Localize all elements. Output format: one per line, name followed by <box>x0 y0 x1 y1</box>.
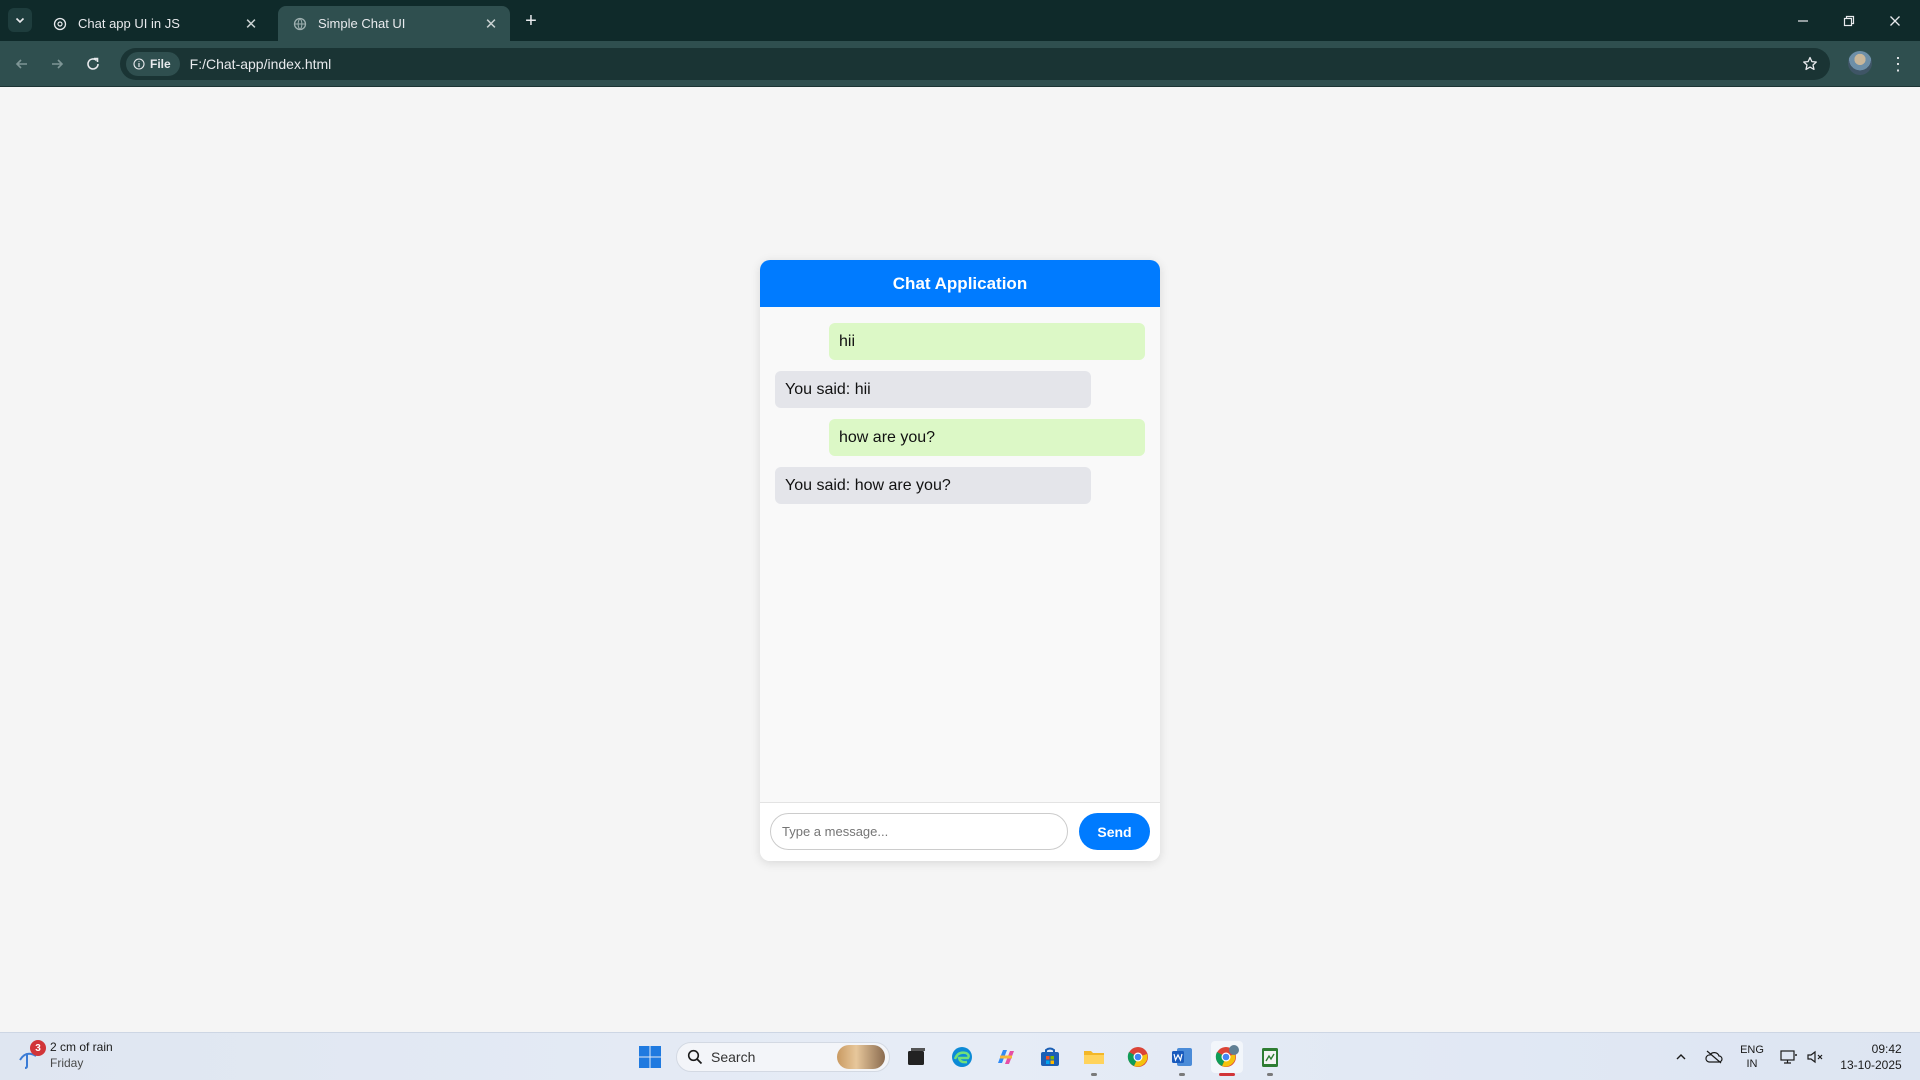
address-bar[interactable]: File F:/Chat-app/index.html <box>120 48 1830 80</box>
messages-area: hii You said: hii how are you? You said:… <box>760 307 1160 803</box>
edge-app[interactable] <box>946 1041 978 1073</box>
user-message: how are you? <box>829 419 1145 456</box>
store-icon <box>1041 1047 1059 1066</box>
tab-title: Simple Chat UI <box>318 16 406 31</box>
bot-message: You said: hii <box>775 371 1091 408</box>
bot-message: You said: how are you? <box>775 467 1091 504</box>
chat-header: Chat Application <box>760 260 1160 307</box>
notepad-app[interactable] <box>1254 1041 1286 1076</box>
tab-chat-app-ui[interactable]: Chat app UI in JS ✕ <box>38 6 270 41</box>
message-input-row: Send <box>760 803 1160 861</box>
search-highlight-image <box>837 1045 885 1069</box>
clock-date: 13-10-2025 <box>1840 1058 1902 1072</box>
weather-day: Friday <box>50 1056 84 1070</box>
chevron-up-icon <box>1676 1054 1686 1060</box>
file-explorer-app[interactable] <box>1078 1041 1110 1076</box>
search-icon <box>687 1049 703 1065</box>
copilot-icon <box>998 1050 1014 1064</box>
url-text: F:/Chat-app/index.html <box>189 56 332 72</box>
chrome-profile-app[interactable] <box>1211 1041 1243 1076</box>
reload-button[interactable] <box>79 50 107 78</box>
task-view-button[interactable] <box>900 1041 932 1073</box>
language-indicator[interactable]: ENG IN <box>1734 1041 1770 1073</box>
copilot-app[interactable] <box>990 1041 1022 1073</box>
openai-favicon-icon <box>52 16 68 32</box>
word-icon <box>1172 1048 1192 1066</box>
profile-avatar[interactable] <box>1848 51 1872 75</box>
volume-status[interactable] <box>1802 1041 1828 1073</box>
close-icon <box>1890 15 1900 26</box>
search-label: Search <box>711 1049 756 1065</box>
taskbar: 3 2 cm of rain Friday Search ENG IN 09:4… <box>0 1032 1920 1080</box>
word-app[interactable] <box>1166 1041 1198 1076</box>
message-input[interactable] <box>770 813 1068 850</box>
minimize-icon <box>1798 19 1808 22</box>
weather-summary: 2 cm of rain <box>50 1040 113 1054</box>
restore-button[interactable] <box>1826 0 1872 41</box>
tab-search-dropdown-button[interactable] <box>8 8 32 32</box>
minimize-button[interactable] <box>1780 0 1826 41</box>
browser-toolbar: File F:/Chat-app/index.html ⋮ <box>0 41 1920 87</box>
network-icon <box>1780 1050 1797 1064</box>
tab-close-icon[interactable]: ✕ <box>482 15 500 33</box>
chat-container: Chat Application hii You said: hii how a… <box>760 260 1160 861</box>
speaker-muted-icon <box>1807 1050 1823 1064</box>
chevron-down-icon <box>15 17 25 24</box>
taskbar-search[interactable]: Search <box>676 1042 890 1072</box>
tab-simple-chat-ui[interactable]: Simple Chat UI ✕ <box>278 6 510 41</box>
chrome-app[interactable] <box>1122 1041 1154 1073</box>
notepad-icon <box>1262 1048 1278 1067</box>
edge-icon <box>952 1047 972 1067</box>
send-button[interactable]: Send <box>1079 813 1150 850</box>
user-message: hii <box>829 323 1145 360</box>
network-status[interactable] <box>1776 1041 1802 1073</box>
browser-menu-icon[interactable]: ⋮ <box>1886 50 1910 78</box>
site-info-label: File <box>150 57 171 71</box>
weather-badge: 3 <box>30 1040 46 1056</box>
info-icon <box>133 58 145 70</box>
language-code: ENG <box>1740 1044 1764 1056</box>
back-button[interactable] <box>8 50 36 78</box>
clock-time: 09:42 <box>1871 1042 1902 1056</box>
site-info-chip[interactable]: File <box>126 52 180 76</box>
browser-tab-bar: Chat app UI in JS ✕ Simple Chat UI ✕ + <box>0 0 1920 41</box>
close-window-button[interactable] <box>1872 0 1918 41</box>
folder-icon <box>1084 1051 1104 1064</box>
globe-icon <box>292 16 308 32</box>
page-viewport: Chat Application hii You said: hii how a… <box>0 87 1920 1032</box>
restore-icon <box>1843 15 1855 26</box>
tab-title: Chat app UI in JS <box>78 16 180 31</box>
chrome-profile-icon <box>1215 1045 1239 1067</box>
clock[interactable]: 09:42 13-10-2025 <box>1834 1041 1908 1073</box>
bookmark-star-icon[interactable] <box>1800 54 1820 74</box>
forward-button[interactable] <box>43 50 71 78</box>
arrow-right-icon <box>52 59 64 69</box>
store-app[interactable] <box>1034 1041 1066 1073</box>
arrow-left-icon <box>15 59 27 69</box>
show-hidden-icons-button[interactable] <box>1668 1041 1694 1073</box>
cloud-off-icon <box>1705 1050 1723 1064</box>
start-button[interactable] <box>634 1041 666 1073</box>
onedrive-status[interactable] <box>1700 1041 1728 1073</box>
region-code: IN <box>1746 1058 1758 1070</box>
rain-weather-icon: 3 <box>18 1040 46 1070</box>
reload-icon <box>87 57 99 70</box>
task-view-icon <box>908 1048 925 1065</box>
new-tab-button[interactable]: + <box>518 8 544 34</box>
weather-widget[interactable]: 3 2 cm of rain Friday <box>18 1039 113 1071</box>
chrome-icon <box>1127 1047 1148 1067</box>
tab-close-icon[interactable]: ✕ <box>242 15 260 33</box>
windows-start-icon <box>639 1046 661 1068</box>
